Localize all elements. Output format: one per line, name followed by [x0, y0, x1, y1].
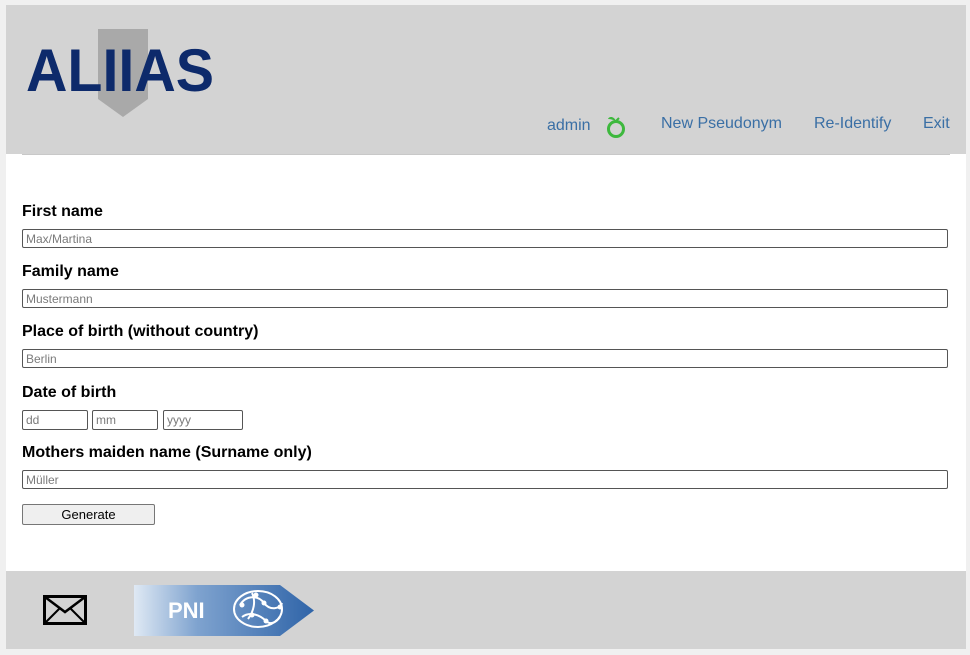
- nav-re-identify[interactable]: Re-Identify: [814, 115, 891, 133]
- app-frame: ALIIAS admin New Pseudonym Re-Identify E…: [6, 5, 966, 649]
- mothers-maiden-name-label: Mothers maiden name (Surname only): [22, 444, 312, 461]
- place-of-birth-input[interactable]: [22, 349, 948, 368]
- first-name-input[interactable]: [22, 229, 948, 248]
- dob-year-input[interactable]: [163, 410, 243, 430]
- generate-button[interactable]: Generate: [22, 504, 155, 525]
- header-divider: [22, 154, 950, 155]
- envelope-icon[interactable]: [43, 595, 87, 625]
- family-name-input[interactable]: [22, 289, 948, 308]
- family-name-label: Family name: [22, 263, 119, 280]
- aliias-logo: ALIIAS: [26, 29, 214, 117]
- nav-user[interactable]: admin: [547, 117, 591, 135]
- nav-exit[interactable]: Exit: [923, 115, 950, 133]
- date-of-birth-label: Date of birth: [22, 384, 117, 401]
- footer: PNI: [6, 571, 966, 649]
- dob-month-input[interactable]: [92, 410, 158, 430]
- header: ALIIAS admin New Pseudonym Re-Identify E…: [6, 5, 966, 154]
- place-of-birth-label: Place of birth (without country): [22, 323, 259, 340]
- nav-new-pseudonym[interactable]: New Pseudonym: [661, 115, 782, 133]
- svg-text:ALIIAS: ALIIAS: [26, 37, 214, 104]
- leaf-logout-icon[interactable]: [604, 115, 628, 139]
- first-name-label: First name: [22, 203, 103, 220]
- dob-day-input[interactable]: [22, 410, 88, 430]
- svg-text:PNI: PNI: [168, 598, 205, 623]
- mothers-maiden-name-input[interactable]: [22, 470, 948, 489]
- pni-logo: PNI: [134, 585, 314, 636]
